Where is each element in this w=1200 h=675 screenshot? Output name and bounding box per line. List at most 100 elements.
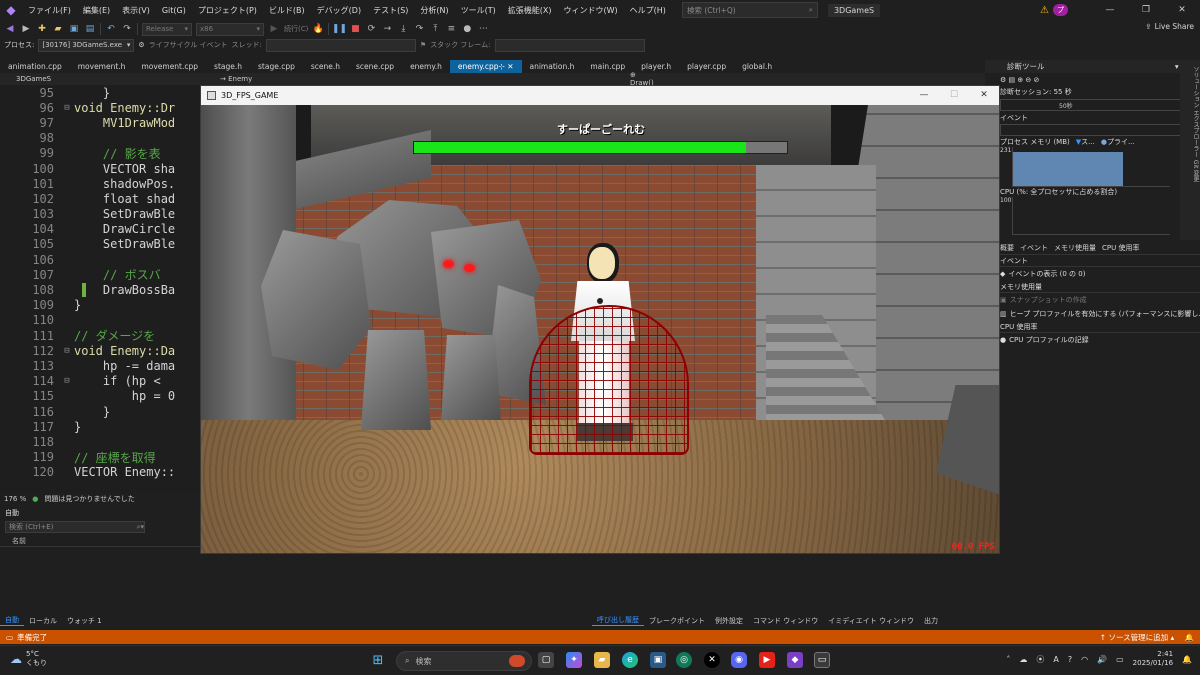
nav-class[interactable]: → Enemy	[100, 75, 300, 83]
code-line[interactable]: 98	[0, 131, 200, 146]
save-all-icon[interactable]: ▤	[84, 23, 96, 35]
flag-icon[interactable]: ⚑	[420, 41, 426, 49]
code-line[interactable]: 117}	[0, 419, 200, 434]
menu-item[interactable]: 表示(V)	[116, 5, 156, 16]
wifi-icon[interactable]: ◠	[1081, 655, 1088, 664]
code-line[interactable]: 104 DrawCircle	[0, 222, 200, 237]
cpu-record-button[interactable]: ● CPU プロファイルの記録	[985, 333, 1200, 347]
tab-stage-h[interactable]: stage.h	[206, 60, 250, 73]
code-line[interactable]: 107 // ボスバ	[0, 267, 200, 283]
code-line[interactable]: 112 ⊟ void Enemy::Da	[0, 343, 200, 358]
x-icon[interactable]: ✕	[704, 652, 720, 668]
code-line[interactable]: 110	[0, 313, 200, 328]
new-file-icon[interactable]: ✚	[36, 23, 48, 35]
code-line[interactable]: 115 hp = 0	[0, 389, 200, 404]
platform-select[interactable]: x86 ▾	[196, 22, 264, 36]
code-line[interactable]: 109}	[0, 298, 200, 313]
diag-tab[interactable]: メモリ使用量	[1054, 243, 1096, 254]
lifecycle-label[interactable]: ライフサイクル イベント	[149, 40, 228, 50]
source-control-button[interactable]: ↑ ソース管理に追加 ▴ 🔔	[1100, 632, 1194, 643]
task-view-icon[interactable]: ▢	[538, 652, 554, 668]
menu-item[interactable]: 拡張機能(X)	[502, 5, 558, 16]
panel-tab[interactable]: 自動	[0, 615, 24, 626]
game-viewport[interactable]: すーぱーごーれむ 60.0 FPS	[201, 105, 999, 553]
discord-icon[interactable]: ◉	[731, 652, 747, 668]
tab-player-h[interactable]: player.h	[633, 60, 679, 73]
diag-timeline[interactable]: 50秒	[1000, 99, 1185, 111]
thread-select[interactable]	[265, 38, 416, 52]
tab-movement-h[interactable]: movement.h	[70, 60, 134, 73]
code-line[interactable]: 114 ⊟ if (hp <	[0, 374, 200, 389]
nav-project[interactable]: 3DGameS	[0, 75, 100, 83]
notification-icon[interactable]: 🔔	[1182, 655, 1192, 664]
chevron-up-icon[interactable]: ˄	[1006, 655, 1010, 664]
menu-item[interactable]: 分析(N)	[414, 5, 454, 16]
code-line[interactable]: 96 ⊟ void Enemy::Dr	[0, 100, 200, 115]
tab-movement-cpp[interactable]: movement.cpp	[133, 60, 206, 73]
menu-item[interactable]: ヘルプ(H)	[624, 5, 672, 16]
hex-display-icon[interactable]: ≡	[445, 23, 457, 35]
clock[interactable]: 2:41 2025/01/16	[1133, 650, 1173, 668]
lifecycle-icon[interactable]: ⚙	[138, 41, 144, 49]
open-folder-icon[interactable]: ▰	[52, 23, 64, 35]
panel-tab[interactable]: イミディエイト ウィンドウ	[823, 616, 919, 626]
code-line[interactable]: 116 }	[0, 404, 200, 419]
game-close-button[interactable]: ✕	[969, 86, 999, 105]
pause-icon[interactable]: ❚❚	[332, 23, 347, 35]
zoom-level[interactable]: 176 %	[4, 495, 26, 503]
menu-item[interactable]: 編集(E)	[77, 5, 116, 16]
onedrive-icon[interactable]: ☁	[1019, 655, 1027, 664]
redo-icon[interactable]: ↷	[121, 23, 133, 35]
process-select[interactable]: [30176] 3DGameS.exe ▾	[38, 38, 135, 52]
location-icon[interactable]: ⦿	[1036, 654, 1044, 665]
menu-item[interactable]: テスト(S)	[367, 5, 414, 16]
menu-item[interactable]: ツール(T)	[455, 5, 502, 16]
user-badge[interactable]: プ	[1053, 4, 1068, 16]
panel-tab[interactable]: 例外設定	[710, 616, 748, 626]
store-icon[interactable]: ▣	[650, 652, 666, 668]
tab-stage-cpp[interactable]: stage.cpp	[250, 60, 303, 73]
minimize-button[interactable]: —	[1092, 5, 1128, 15]
search-input[interactable]: 検索 (Ctrl+Q) ⌕	[681, 2, 818, 18]
back-icon[interactable]: ◀	[4, 23, 16, 35]
weather-widget[interactable]: ☁ 5°C くもり	[10, 650, 47, 668]
file-explorer-icon[interactable]: ▰	[594, 652, 610, 668]
menu-item[interactable]: ウィンドウ(W)	[558, 5, 624, 16]
events-show-row[interactable]: ◆ イベントの表示 (0 の 0)	[985, 267, 1200, 281]
stack-frame-select[interactable]	[494, 38, 645, 52]
hot-reload-icon[interactable]: 🔥	[312, 23, 324, 35]
heap-profile-toggle[interactable]: ▥ ヒープ プロファイルを有効にする (パフォーマンスに影響し...	[985, 307, 1200, 321]
menu-item[interactable]: ビルド(B)	[263, 5, 311, 16]
visual-studio-icon[interactable]: ◆	[787, 652, 803, 668]
continue-icon[interactable]: ▶	[268, 23, 280, 35]
warning-icon[interactable]: ⚠	[1040, 5, 1049, 16]
restart-icon[interactable]: ⟳	[365, 23, 377, 35]
panel-tab[interactable]: 呼び出し履歴	[592, 615, 644, 626]
panel-tab[interactable]: ブレークポイント	[644, 616, 710, 626]
code-line[interactable]: 101 shadowPos.	[0, 176, 200, 191]
panel-tab[interactable]: 出力	[919, 616, 943, 626]
code-line[interactable]: 106	[0, 252, 200, 267]
start-button-windows-icon[interactable]: ⊞	[370, 652, 386, 668]
help-icon[interactable]: ?	[1068, 655, 1072, 664]
panel-tab[interactable]: コマンド ウィンドウ	[748, 616, 823, 626]
code-line[interactable]: 95 }	[0, 85, 200, 100]
game-maximize-button[interactable]: ☐	[939, 86, 969, 105]
game-window[interactable]: 3D_FPS_GAME — ☐ ✕ すーぱーごーれむ 60.0 FPS	[200, 85, 1000, 554]
chatgpt-icon[interactable]: ◎	[676, 652, 692, 668]
code-line[interactable]: 105 SetDrawBle	[0, 237, 200, 252]
step-into-icon[interactable]: ⤓	[397, 23, 409, 35]
tab-player-cpp[interactable]: player.cpp	[679, 60, 734, 73]
panel-tab[interactable]: ウォッチ 1	[62, 616, 107, 626]
menu-item[interactable]: プロジェクト(P)	[192, 5, 263, 16]
code-line[interactable]: 103 SetDrawBle	[0, 207, 200, 222]
step-out-icon[interactable]: ⤒	[429, 23, 441, 35]
copilot-icon[interactable]: ✦	[566, 652, 582, 668]
tab-global-h[interactable]: global.h	[734, 60, 780, 73]
code-line[interactable]: 108 DrawBossBa	[0, 282, 200, 298]
game-minimize-button[interactable]: —	[909, 86, 939, 105]
language-icon[interactable]: A	[1053, 655, 1058, 664]
autos-search-input[interactable]: 検索 (Ctrl+E) ⌕▾	[5, 521, 145, 533]
menu-item[interactable]: ファイル(F)	[22, 5, 77, 16]
diag-tab[interactable]: 概要	[1000, 243, 1014, 254]
